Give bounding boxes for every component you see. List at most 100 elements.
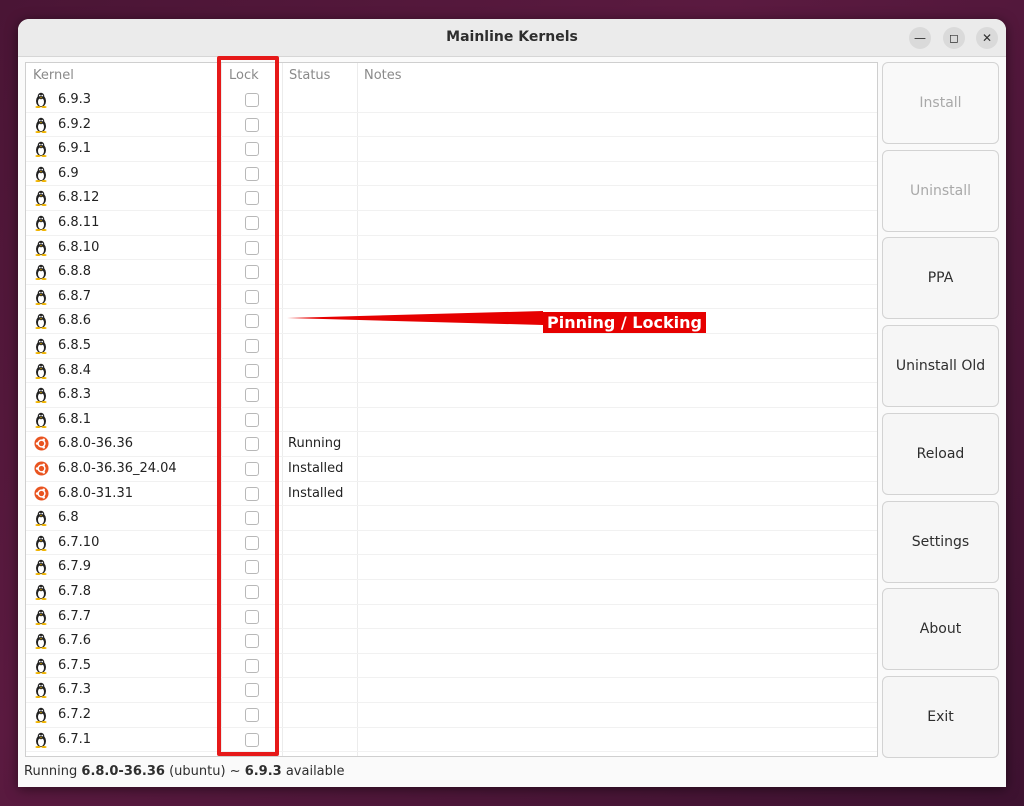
maximize-icon: ◻: [949, 31, 959, 45]
close-icon: ✕: [981, 31, 993, 45]
kernel-name: 6.7.1: [58, 731, 92, 747]
tux-icon: [34, 117, 48, 133]
table-row[interactable]: 6.7.8: [26, 580, 877, 605]
table-row[interactable]: 6.7.9: [26, 555, 877, 580]
kernel-name: 6.8.4: [58, 362, 92, 378]
kernel-name: 6.9.1: [58, 141, 92, 157]
tux-icon: [34, 289, 48, 305]
table-row[interactable]: 6.8.4: [26, 359, 877, 384]
table-row[interactable]: 6.7.10: [26, 531, 877, 556]
ubuntu-icon: [34, 486, 49, 502]
tux-icon: [34, 92, 48, 108]
table-row[interactable]: 6.8.0-36.36_24.04 Installed: [26, 457, 877, 482]
kernel-name: 6.8.1: [58, 411, 92, 427]
header-status[interactable]: Status: [289, 68, 330, 83]
table-row[interactable]: 6.9.3: [26, 88, 877, 113]
table-row[interactable]: 6.7.7: [26, 605, 877, 630]
app-window: Mainline Kernels — ◻ ✕ Kernel Lock Statu…: [18, 19, 1006, 787]
uninstall-old-button[interactable]: Uninstall Old: [882, 325, 999, 408]
maximize-button[interactable]: ◻: [943, 27, 965, 49]
kernel-name: 6.7.7: [58, 608, 92, 624]
table-row[interactable]: 6.8.3: [26, 383, 877, 408]
tux-icon: [34, 584, 48, 600]
header-kernel[interactable]: Kernel: [33, 68, 74, 83]
tux-icon: [34, 535, 48, 551]
running-kernel: 6.8.0-36.36: [81, 764, 165, 779]
table-row[interactable]: 6.7.1: [26, 728, 877, 753]
kernel-status: Running: [288, 436, 342, 452]
tux-icon: [34, 609, 48, 625]
about-button[interactable]: About: [882, 588, 999, 671]
table-row[interactable]: 6.7.3: [26, 678, 877, 703]
table-row[interactable]: 6.8.1: [26, 408, 877, 433]
table-row[interactable]: 6.8.0-31.31 Installed: [26, 482, 877, 507]
tux-icon: [34, 559, 48, 576]
tux-icon: [34, 510, 48, 527]
kernel-name: 6.7.2: [58, 707, 92, 722]
kernel-name: 6.7.6: [58, 633, 92, 649]
close-button[interactable]: ✕: [976, 27, 998, 49]
kernel-name: 6.7.8: [58, 584, 92, 599]
tux-icon: [34, 387, 48, 404]
table-row[interactable]: 6.9.2: [26, 113, 877, 138]
status-prefix: Running: [24, 764, 82, 779]
table-row[interactable]: 6.8.8: [26, 260, 877, 285]
lock-column-highlight: [217, 56, 279, 756]
kernel-name: 6.8.0-36.36: [58, 436, 133, 452]
tux-icon: [34, 633, 48, 650]
exit-button[interactable]: Exit: [882, 675, 999, 758]
kernel-name: 6.8.8: [58, 264, 92, 280]
header-notes[interactable]: Notes: [364, 68, 402, 83]
kernel-name: 6.8.10: [58, 239, 100, 255]
kernel-name: 6.8.6: [58, 313, 92, 329]
annotation-arrow: [287, 311, 543, 325]
table-row[interactable]: 6.8.11: [26, 211, 877, 236]
table-row[interactable]: 6.8.7: [26, 285, 877, 310]
kernel-status: Installed: [288, 461, 344, 476]
kernel-name: 6.7.3: [58, 682, 92, 698]
table-row[interactable]: 6.9.1: [26, 137, 877, 162]
status-middle: (ubuntu) ~: [164, 764, 245, 779]
reload-button[interactable]: Reload: [882, 412, 999, 495]
kernel-name: 6.7.5: [58, 657, 92, 673]
minimize-icon: —: [914, 31, 926, 45]
window-title: Mainline Kernels: [446, 29, 578, 45]
install-button[interactable]: Install: [882, 62, 999, 144]
tux-icon: [34, 190, 48, 207]
kernel-name: 6.8.0-36.36_24.04: [58, 461, 177, 476]
table-row[interactable]: 6.8.5: [26, 334, 877, 359]
table-header: Kernel Lock Status Notes: [26, 63, 877, 88]
kernel-name: 6.7.10: [58, 534, 100, 550]
tux-icon: [34, 141, 48, 158]
kernel-name: 6.8.3: [58, 387, 92, 403]
kernel-name: 6.8.5: [58, 338, 92, 353]
tux-icon: [34, 264, 48, 281]
table-row[interactable]: 6.8.12: [26, 186, 877, 211]
table-row[interactable]: 6.8.10: [26, 236, 877, 261]
settings-button[interactable]: Settings: [882, 500, 999, 583]
ppa-button[interactable]: PPA: [882, 237, 999, 320]
tux-icon: [34, 313, 48, 330]
kernel-name: 6.8.7: [58, 288, 92, 304]
tux-icon: [34, 338, 48, 354]
table-row[interactable]: 6.7.6: [26, 629, 877, 654]
table-row[interactable]: 6.9: [26, 162, 877, 187]
kernel-name: 6.9.3: [58, 92, 92, 107]
kernel-name: 6.9.2: [58, 116, 92, 132]
table-row[interactable]: 6.8: [26, 506, 877, 531]
table-row[interactable]: 6.8.0-36.36 Running: [26, 432, 877, 457]
annotation-label: Pinning / Locking: [543, 312, 706, 333]
kernel-table[interactable]: Kernel Lock Status Notes 6.9.3 6.9.2 6.9.1…: [25, 62, 878, 757]
ubuntu-icon: [34, 461, 49, 477]
table-row[interactable]: 6.7.5: [26, 654, 877, 679]
tux-icon: [34, 363, 48, 379]
kernel-name: 6.8.0-31.31: [58, 485, 133, 501]
kernel-name: 6.9: [58, 165, 79, 181]
uninstall-button[interactable]: Uninstall: [882, 149, 999, 232]
tux-icon: [34, 682, 48, 699]
kernel-status: Installed: [288, 485, 344, 501]
table-row[interactable]: 6.7.2: [26, 703, 877, 728]
minimize-button[interactable]: —: [909, 27, 931, 49]
status-bar: Running 6.8.0-36.36 (ubuntu) ~ 6.9.3 ava…: [24, 764, 345, 779]
ubuntu-icon: [34, 436, 49, 452]
